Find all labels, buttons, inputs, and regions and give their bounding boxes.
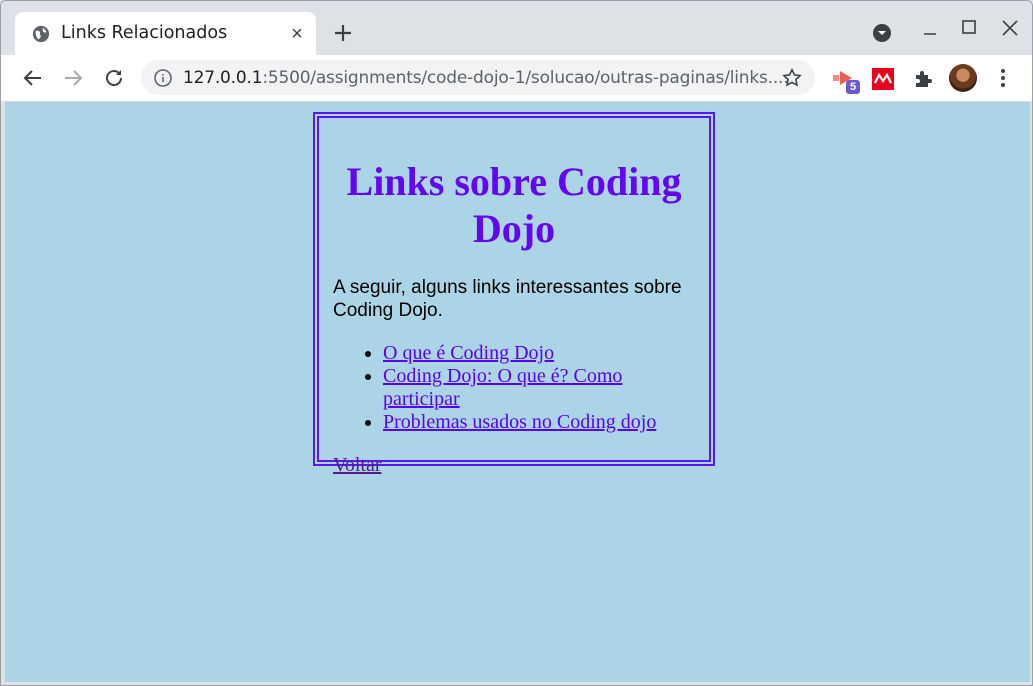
address-bar[interactable]: 127.0.0.1:5500/assignments/code-dojo-1/s… [141,60,815,95]
extension-mendeley-icon[interactable] [871,67,895,91]
site-info-icon[interactable] [153,68,173,88]
url-text[interactable]: 127.0.0.1:5500/assignments/code-dojo-1/s… [183,68,789,88]
list-item: O que é Coding Dojo [383,342,695,365]
window-maximize-icon[interactable] [959,17,979,37]
links-list: O que é Coding Dojo Coding Dojo: O que é… [333,342,695,434]
list-item: Coding Dojo: O que é? Como participar [383,365,695,411]
bookmark-star-icon[interactable] [781,67,803,89]
tab-title: Links Relacionados [61,23,228,43]
globe-icon [32,25,50,43]
extension-badge: 5 [846,80,860,94]
intro-paragraph: A seguir, alguns links interessantes sob… [333,277,682,321]
tab-links-relacionados[interactable]: Links Relacionados × [15,12,316,55]
reload-icon[interactable] [102,66,126,90]
page-viewport: Links sobre Coding Dojo A seguir, alguns… [5,102,1030,682]
window-close-icon[interactable] [999,17,1021,39]
forward-arrow-icon[interactable] [61,66,85,90]
content-box: Links sobre Coding Dojo A seguir, alguns… [313,112,715,476]
link-o-que-e-coding-dojo[interactable]: O que é Coding Dojo [383,342,554,364]
back-link[interactable]: Voltar [333,454,382,476]
page-heading: Links sobre Coding Dojo [346,159,682,251]
link-problemas-usados[interactable]: Problemas usados no Coding dojo [383,411,656,433]
back-arrow-icon[interactable] [21,66,45,90]
back-link-wrapper: Voltar [333,454,695,477]
profile-avatar[interactable] [949,64,977,92]
url-path: :5500/assignments/code-dojo-1/solucao/ou… [262,68,789,88]
new-tab-plus-icon[interactable] [331,21,355,45]
window-minimize-icon[interactable] [921,21,939,39]
browser-toolbar: 127.0.0.1:5500/assignments/code-dojo-1/s… [1,55,1032,102]
extensions-puzzle-icon[interactable] [911,67,935,91]
browser-window: Links Relacionados × 127.0.0.1:5500/assi… [0,0,1033,686]
tab-close-icon[interactable]: × [287,24,307,44]
tab-strip: Links Relacionados × [1,1,1032,55]
link-como-participar[interactable]: Coding Dojo: O que é? Como participar [383,365,622,410]
browser-menu-icon[interactable] [991,66,1015,90]
list-item: Problemas usados no Coding dojo [383,411,695,434]
url-host: 127.0.0.1 [183,68,263,88]
tab-search-chevron-icon[interactable] [872,23,892,43]
